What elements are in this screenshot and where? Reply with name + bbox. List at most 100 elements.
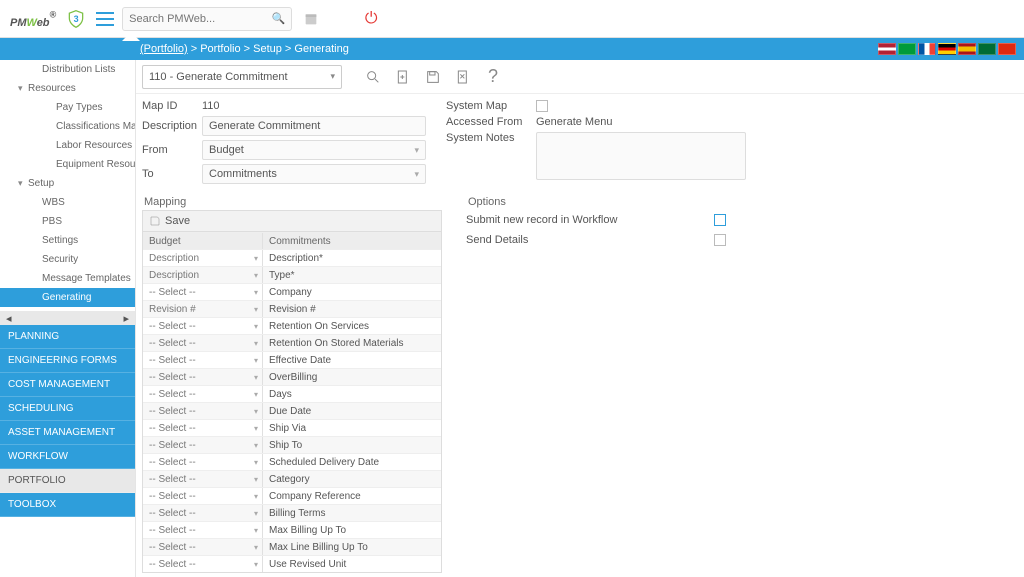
flag-fr[interactable] (918, 43, 936, 55)
tree-item[interactable]: Labor Resources (0, 136, 135, 155)
add-icon[interactable] (390, 64, 416, 90)
flag-cn[interactable] (998, 43, 1016, 55)
system-map-checkbox[interactable] (536, 100, 548, 112)
module-scheduling[interactable]: SCHEDULING (0, 397, 135, 421)
help-icon[interactable]: ? (480, 64, 506, 90)
module-engineering-forms[interactable]: ENGINEERING FORMS (0, 349, 135, 373)
tree-item[interactable]: Equipment Resour (0, 155, 135, 174)
mapping-right-value: Company Reference (263, 488, 441, 504)
send-details-checkbox[interactable] (714, 234, 726, 246)
mapping-left-select[interactable]: -- Select -- (143, 522, 263, 538)
breadcrumb-trail: > Portfolio > Setup > Generating (188, 43, 349, 55)
mapping-right-value: OverBilling (263, 369, 441, 385)
description-label: Description (142, 120, 202, 132)
mapping-title: Mapping (142, 196, 442, 208)
breadcrumb-portfolio-link[interactable]: (Portfolio) (140, 43, 188, 55)
save-icon[interactable] (420, 64, 446, 90)
module-portfolio[interactable]: PORTFOLIO (0, 469, 135, 493)
mapping-left-select[interactable]: -- Select -- (143, 284, 263, 300)
module-planning[interactable]: PLANNING (0, 325, 135, 349)
tree-item[interactable]: Settings (0, 231, 135, 250)
submit-workflow-checkbox[interactable] (714, 214, 726, 226)
delete-icon[interactable] (450, 64, 476, 90)
flag-us[interactable] (878, 43, 896, 55)
power-icon[interactable]: ⏻ (360, 8, 382, 30)
flag-es[interactable] (958, 43, 976, 55)
mapping-col-left: Budget (143, 233, 263, 249)
mapping-left-select[interactable]: -- Select -- (143, 386, 263, 402)
mapping-left-select[interactable]: Revision # (143, 301, 263, 317)
mapping-right-value: Retention On Stored Materials (263, 335, 441, 351)
mapping-left-select[interactable]: -- Select -- (143, 420, 263, 436)
mapping-left-select[interactable]: -- Select -- (143, 488, 263, 504)
tree-scroller[interactable]: ◂▸ (0, 311, 135, 325)
mapping-right-value: Effective Date (263, 352, 441, 368)
module-nav: PLANNINGENGINEERING FORMSCOST MANAGEMENT… (0, 325, 135, 517)
mapping-right-value: Category (263, 471, 441, 487)
record-selector[interactable]: 110 - Generate Commitment (142, 65, 342, 89)
system-notes-input[interactable] (536, 132, 746, 180)
from-select[interactable]: Budget (202, 140, 426, 160)
tree-item[interactable]: Message Templates (0, 269, 135, 288)
mapping-right-value: Due Date (263, 403, 441, 419)
to-label: To (142, 168, 202, 180)
mapping-right-value: Days (263, 386, 441, 402)
map-id-label: Map ID (142, 100, 202, 112)
search-icon[interactable]: 🔍 (271, 12, 285, 25)
search-icon[interactable] (360, 64, 386, 90)
system-notes-label: System Notes (446, 132, 536, 144)
mapping-right-value: Type* (263, 267, 441, 283)
mapping-grid: BudgetCommitmentsDescriptionDescription*… (142, 232, 442, 573)
tree-item[interactable]: Setup (0, 174, 135, 193)
mapping-right-value: Ship Via (263, 420, 441, 436)
mapping-left-select[interactable]: -- Select -- (143, 454, 263, 470)
mapping-left-select[interactable]: Description (143, 267, 263, 283)
mapping-save-button[interactable]: Save (142, 210, 442, 232)
mapping-right-value: Max Billing Up To (263, 522, 441, 538)
flag-de[interactable] (938, 43, 956, 55)
mapping-left-select[interactable]: -- Select -- (143, 369, 263, 385)
search-input[interactable]: 🔍 (122, 7, 292, 31)
mapping-right-value: Scheduled Delivery Date (263, 454, 441, 470)
mapping-left-select[interactable]: -- Select -- (143, 318, 263, 334)
tree-item[interactable]: Resources (0, 79, 135, 98)
tree-item[interactable]: PBS (0, 212, 135, 231)
mapping-left-select[interactable]: -- Select -- (143, 437, 263, 453)
mapping-left-select[interactable]: -- Select -- (143, 556, 263, 572)
description-input[interactable]: Generate Commitment (202, 116, 426, 136)
mapping-left-select[interactable]: -- Select -- (143, 471, 263, 487)
mapping-left-select[interactable]: -- Select -- (143, 403, 263, 419)
mapping-right-value: Retention On Services (263, 318, 441, 334)
breadcrumb-bar: (Portfolio) > Portfolio > Setup > Genera… (0, 38, 1024, 60)
module-toolbox[interactable]: TOOLBOX (0, 493, 135, 517)
mapping-right-value: Company (263, 284, 441, 300)
mapping-left-select[interactable]: Description (143, 250, 263, 266)
mapping-right-value: Billing Terms (263, 505, 441, 521)
sidebar: Distribution ListsResourcesPay TypesClas… (0, 60, 136, 577)
shield-badge[interactable]: 3 (64, 7, 88, 31)
tree-item[interactable]: Security (0, 250, 135, 269)
flag-sa[interactable] (978, 43, 996, 55)
to-select[interactable]: Commitments (202, 164, 426, 184)
topbar: PMWeb® 3 🔍 ⏻ (0, 0, 1024, 38)
tree-item[interactable]: Generating (0, 288, 135, 307)
flag-br[interactable] (898, 43, 916, 55)
mapping-left-select[interactable]: -- Select -- (143, 335, 263, 351)
tree-item[interactable]: WBS (0, 193, 135, 212)
record-toolbar: 110 - Generate Commitment ? (136, 60, 1024, 94)
menu-icon[interactable] (96, 12, 114, 26)
mapping-right-value: Max Line Billing Up To (263, 539, 441, 555)
module-workflow[interactable]: WORKFLOW (0, 445, 135, 469)
mapping-left-select[interactable]: -- Select -- (143, 539, 263, 555)
tree-item[interactable]: Distribution Lists (0, 60, 135, 79)
mapping-left-select[interactable]: -- Select -- (143, 505, 263, 521)
mapping-left-select[interactable]: -- Select -- (143, 352, 263, 368)
module-cost-management[interactable]: COST MANAGEMENT (0, 373, 135, 397)
tree-item[interactable]: Classifications Ma (0, 117, 135, 136)
module-asset-management[interactable]: ASSET MANAGEMENT (0, 421, 135, 445)
logo: PMWeb® (10, 6, 56, 32)
submit-workflow-label: Submit new record in Workflow (466, 214, 617, 226)
tree-item[interactable]: Pay Types (0, 98, 135, 117)
accessed-from-value: Generate Menu (536, 116, 612, 128)
calendar-icon[interactable] (300, 8, 322, 30)
